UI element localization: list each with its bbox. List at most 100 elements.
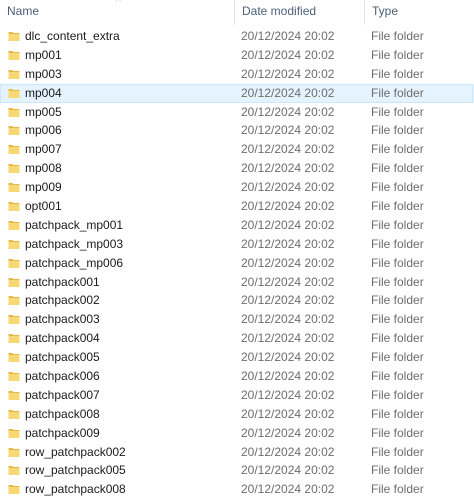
file-date-modified: 20/12/2024 20:02 — [241, 29, 335, 43]
file-name: patchpack001 — [25, 274, 100, 289]
file-date-modified: 20/12/2024 20:02 — [241, 180, 335, 195]
column-header-date-modified[interactable]: Date modified — [234, 0, 364, 25]
file-row[interactable]: patchpack001 20/12/2024 20:02 File folder — [0, 273, 474, 292]
file-row[interactable]: row_patchpack008 20/12/2024 20:02 File fol… — [0, 480, 474, 499]
file-date-modified: 20/12/2024 20:02 — [241, 104, 335, 119]
file-name: patchpack003 — [25, 312, 100, 327]
file-row[interactable]: patchpack_mp001 20/12/2024 20:02 File fold… — [0, 216, 474, 235]
file-date-modified: 20/12/2024 20:02 — [241, 217, 335, 232]
file-name: patchpack_mp003 — [25, 236, 124, 251]
file-date-modified: 20/12/2024 20:02 — [241, 425, 335, 440]
file-date-modified: 20/12/2024 20:02 — [241, 274, 335, 289]
file-row[interactable]: mp003 20/12/2024 20:02 File folder — [0, 65, 474, 84]
file-date-modified: 20/12/2024 20:02 — [241, 293, 335, 308]
file-date-modified: 20/12/2024 20:02 — [241, 369, 335, 384]
file-row[interactable]: patchpack002 20/12/2024 20:02 File folder — [0, 291, 474, 310]
file-row[interactable]: opt001 20/12/2024 20:02 File folder — [0, 197, 474, 216]
file-row[interactable]: patchpack006 20/12/2024 20:02 File folder — [0, 367, 474, 386]
column-header-date-label: Date modified — [242, 4, 317, 18]
folder-icon — [8, 351, 20, 363]
file-name: patchpack005 — [25, 350, 100, 365]
file-row[interactable]: row_patchpack002 20/12/2024 20:02 File fol… — [0, 443, 474, 462]
file-date-modified: 20/12/2024 20:02 — [241, 161, 335, 176]
file-name: mp004 — [25, 85, 62, 100]
file-type: File folder — [371, 350, 424, 365]
file-date-modified: 20/12/2024 20:02 — [241, 331, 335, 346]
file-row[interactable]: dlc_content_extra 20/12/2024 20:02 File fo… — [0, 27, 474, 46]
folder-icon — [8, 68, 20, 80]
file-date-modified: 20/12/2024 20:02 — [241, 312, 335, 327]
file-name: mp003 — [25, 66, 62, 81]
file-row[interactable]: patchpack005 20/12/2024 20:02 File folder — [0, 348, 474, 367]
folder-icon — [8, 483, 20, 495]
file-row[interactable]: mp001 20/12/2024 20:02 File folder — [0, 46, 474, 65]
folder-icon — [8, 238, 20, 250]
file-row[interactable]: mp005 20/12/2024 20:02 File folder — [0, 103, 474, 122]
folder-icon — [8, 389, 20, 401]
folder-icon — [8, 219, 20, 231]
folder-icon — [8, 332, 20, 344]
file-row[interactable]: mp009 20/12/2024 20:02 File folder — [0, 178, 474, 197]
file-name: patchpack002 — [25, 293, 100, 308]
file-row[interactable]: patchpack_mp006 20/12/2024 20:02 File fold… — [0, 254, 474, 273]
file-name: mp006 — [25, 123, 62, 138]
file-name: row_patchpack005 — [25, 463, 126, 478]
file-name: patchpack_mp001 — [25, 217, 124, 232]
file-type: File folder — [371, 180, 424, 195]
file-row[interactable]: mp006 20/12/2024 20:02 File folder — [0, 121, 474, 140]
folder-icon — [8, 276, 20, 288]
column-header-name-label: Name — [7, 4, 40, 18]
file-row[interactable]: patchpack_mp003 20/12/2024 20:02 File fold… — [0, 235, 474, 254]
file-date-modified: 20/12/2024 20:02 — [241, 255, 335, 270]
file-type: File folder — [371, 29, 424, 43]
file-row[interactable]: row_patchpack005 20/12/2024 20:02 File fol… — [0, 461, 474, 480]
file-type: File folder — [371, 66, 424, 81]
file-row[interactable]: patchpack008 20/12/2024 20:02 File folder — [0, 405, 474, 424]
folder-icon — [8, 408, 20, 420]
file-date-modified: 20/12/2024 20:02 — [241, 66, 335, 81]
column-header-type[interactable]: Type — [364, 0, 474, 25]
file-type: File folder — [371, 274, 424, 289]
column-header-bar: Name ^ Date modified Type — [0, 0, 474, 25]
file-type: File folder — [371, 406, 424, 421]
file-name: mp009 — [25, 180, 62, 195]
file-name: mp008 — [25, 161, 62, 176]
folder-icon — [8, 162, 20, 174]
file-type: File folder — [371, 161, 424, 176]
folder-icon — [8, 464, 20, 476]
file-name: patchpack008 — [25, 406, 100, 421]
folder-icon — [8, 313, 20, 325]
file-row[interactable]: patchpack003 20/12/2024 20:02 File folder — [0, 310, 474, 329]
file-row[interactable]: mp008 20/12/2024 20:02 File folder — [0, 159, 474, 178]
file-date-modified: 20/12/2024 20:02 — [241, 482, 335, 497]
folder-icon — [8, 87, 20, 99]
file-name: row_patchpack002 — [25, 444, 126, 459]
file-type: File folder — [371, 387, 424, 402]
file-list: dlc_content_extra 20/12/2024 20:02 File fo… — [0, 27, 474, 499]
file-row[interactable]: patchpack007 20/12/2024 20:02 File folder — [0, 386, 474, 405]
file-name: dlc_content_extra — [25, 29, 120, 43]
file-type: File folder — [371, 444, 424, 459]
folder-icon — [8, 427, 20, 439]
file-date-modified: 20/12/2024 20:02 — [241, 444, 335, 459]
file-date-modified: 20/12/2024 20:02 — [241, 199, 335, 214]
file-date-modified: 20/12/2024 20:02 — [241, 387, 335, 402]
file-type: File folder — [371, 236, 424, 251]
file-row[interactable]: patchpack004 20/12/2024 20:02 File folder — [0, 329, 474, 348]
file-type: File folder — [371, 331, 424, 346]
file-row[interactable]: mp007 20/12/2024 20:02 File folder — [0, 140, 474, 159]
file-name: patchpack007 — [25, 387, 100, 402]
file-type: File folder — [371, 47, 424, 62]
file-row[interactable]: mp004 20/12/2024 20:02 File folder — [0, 83, 474, 103]
file-type: File folder — [371, 425, 424, 440]
file-date-modified: 20/12/2024 20:02 — [241, 47, 335, 62]
file-type: File folder — [371, 369, 424, 384]
file-type: File folder — [371, 293, 424, 308]
file-row[interactable]: patchpack009 20/12/2024 20:02 File folder — [0, 424, 474, 443]
file-type: File folder — [371, 482, 424, 497]
folder-icon — [8, 370, 20, 382]
column-header-name[interactable]: Name ^ — [0, 0, 234, 25]
file-name: mp001 — [25, 47, 62, 62]
folder-icon — [8, 294, 20, 306]
file-type: File folder — [371, 217, 424, 232]
